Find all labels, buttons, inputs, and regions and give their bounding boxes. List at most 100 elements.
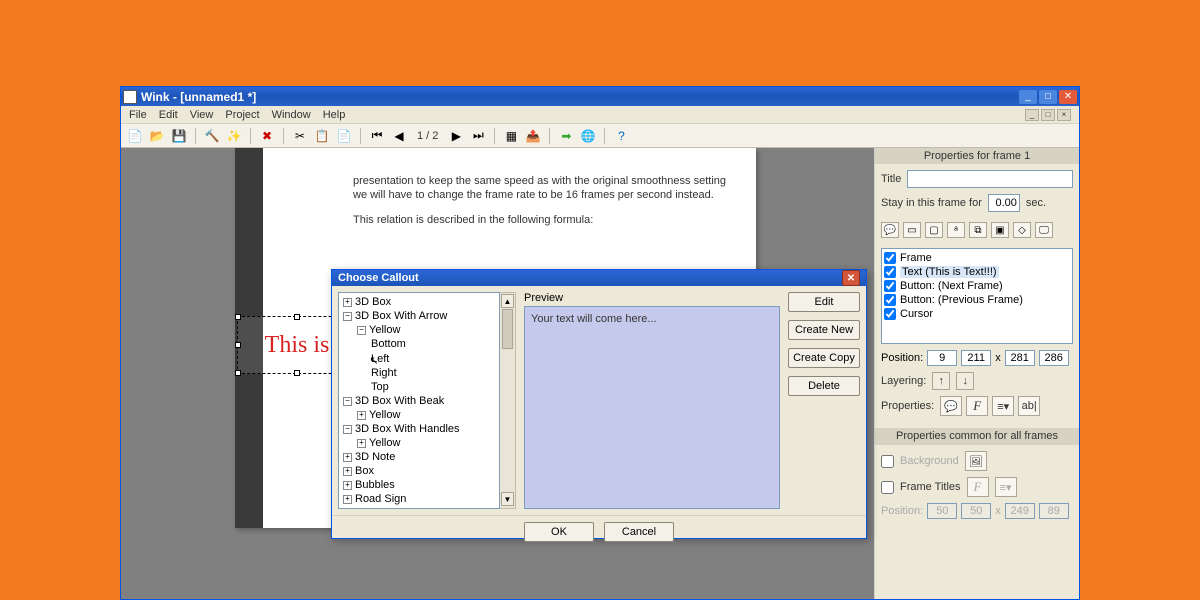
background-image-button[interactable]: 🖼 — [965, 451, 987, 471]
delete-icon[interactable]: ✖ — [259, 128, 275, 144]
hammer-icon[interactable]: 🔨 — [204, 128, 220, 144]
tree-item-3d-box-arrow[interactable]: −3D Box With Arrow — [341, 309, 497, 323]
next-frame-icon[interactable]: ▶ — [448, 128, 464, 144]
tree-item-3d-box-beak[interactable]: −3D Box With Beak — [341, 394, 497, 408]
shape-frame-icon[interactable]: ▣ — [991, 222, 1009, 238]
layer-prev-button[interactable]: Button: (Previous Frame) — [884, 293, 1070, 307]
frame-titles-align-button[interactable]: ≡▾ — [995, 477, 1017, 497]
shape-diamond-icon[interactable]: ◇ — [1013, 222, 1031, 238]
first-frame-icon[interactable]: ⏮ — [369, 128, 385, 144]
frame-titles-font-button[interactable]: F — [967, 477, 989, 497]
pos-h-input[interactable] — [1039, 350, 1069, 366]
pos-w-input[interactable] — [1005, 350, 1035, 366]
save-icon[interactable]: 💾 — [171, 128, 187, 144]
frame-titles-checkbox[interactable] — [881, 481, 894, 494]
pos-y-input[interactable] — [961, 350, 991, 366]
shape-box-icon[interactable]: ▭ — [903, 222, 921, 238]
menu-help[interactable]: Help — [323, 109, 346, 121]
document-line1: presentation to keep the same speed as w… — [353, 174, 735, 203]
menu-file[interactable]: File — [129, 109, 147, 121]
shape-speech-icon[interactable]: 💬 — [881, 222, 899, 238]
layer-prev-checkbox[interactable] — [884, 294, 896, 306]
edit-button[interactable]: Edit — [788, 292, 860, 312]
mdi-close-button[interactable]: × — [1057, 109, 1071, 121]
arrow-icon[interactable]: ➡ — [558, 128, 574, 144]
dialog-close-button[interactable]: ✕ — [842, 270, 860, 286]
layer-frame[interactable]: Frame — [884, 251, 1070, 265]
tree-item-3d-note[interactable]: +3D Note — [341, 450, 497, 464]
tree-item-3d-box-handles[interactable]: −3D Box With Handles — [341, 422, 497, 436]
callout-tree[interactable]: +3D Box −3D Box With Arrow −Yellow Botto… — [338, 292, 500, 509]
prop-align-button[interactable]: ≡▾ — [992, 396, 1014, 416]
tree-item-left[interactable]: Left↖ — [341, 351, 497, 366]
resize-handle-s[interactable] — [294, 370, 300, 376]
export-icon[interactable]: 📤 — [525, 128, 541, 144]
layer-cursor[interactable]: Cursor — [884, 307, 1070, 321]
globe-icon[interactable]: 🌐 — [580, 128, 596, 144]
layer-text[interactable]: Text (This is Text!!!) — [884, 265, 1070, 279]
resize-handle-n[interactable] — [294, 314, 300, 320]
minimize-button[interactable]: _ — [1019, 90, 1037, 104]
cut-icon[interactable]: ✂ — [292, 128, 308, 144]
tree-item-box[interactable]: +Box — [341, 464, 497, 478]
tree-item-bottom[interactable]: Bottom — [341, 337, 497, 351]
prop-font-button[interactable]: F — [966, 396, 988, 416]
stay-input[interactable] — [988, 194, 1020, 212]
layer-next-button[interactable]: Button: (Next Frame) — [884, 279, 1070, 293]
thumbnails-icon[interactable]: ▦ — [503, 128, 519, 144]
shape-abc-icon[interactable]: ᵃ — [947, 222, 965, 238]
new-icon[interactable]: 📄 — [127, 128, 143, 144]
tree-item-top[interactable]: Top — [341, 380, 497, 394]
create-copy-button[interactable]: Create Copy — [788, 348, 860, 368]
wand-icon[interactable]: ✨ — [226, 128, 242, 144]
cancel-button[interactable]: Cancel — [604, 522, 674, 542]
delete-button[interactable]: Delete — [788, 376, 860, 396]
last-frame-icon[interactable]: ⏭ — [470, 128, 486, 144]
mdi-restore-button[interactable]: □ — [1041, 109, 1055, 121]
shape-rounded-icon[interactable]: ▢ — [925, 222, 943, 238]
menu-view[interactable]: View — [190, 109, 214, 121]
copy-icon[interactable]: 📋 — [314, 128, 330, 144]
paste-icon[interactable]: 📄 — [336, 128, 352, 144]
menu-window[interactable]: Window — [272, 109, 311, 121]
layer-frame-checkbox[interactable] — [884, 252, 896, 264]
app-icon — [123, 90, 137, 104]
background-checkbox[interactable] — [881, 455, 894, 468]
create-new-button[interactable]: Create New — [788, 320, 860, 340]
help-icon[interactable]: ? — [613, 128, 629, 144]
shape-display-icon[interactable]: 🖵 — [1035, 222, 1053, 238]
tree-item-3d-box[interactable]: +3D Box — [341, 295, 497, 309]
tree-item-yellow-3[interactable]: +Yellow — [341, 436, 497, 450]
resize-handle-w[interactable] — [235, 342, 241, 348]
title-input[interactable] — [907, 170, 1073, 188]
layer-cursor-checkbox[interactable] — [884, 308, 896, 320]
scroll-up-button[interactable]: ▲ — [501, 294, 514, 308]
tree-item-yellow-1[interactable]: −Yellow — [341, 323, 497, 337]
layer-text-checkbox[interactable] — [884, 266, 896, 278]
ok-button[interactable]: OK — [524, 522, 594, 542]
prop-callout-icon[interactable]: 💬 — [940, 396, 962, 416]
open-icon[interactable]: 📂 — [149, 128, 165, 144]
tree-item-bubbles[interactable]: +Bubbles — [341, 478, 497, 492]
scroll-down-button[interactable]: ▼ — [501, 492, 514, 506]
pos-x-input[interactable] — [927, 350, 957, 366]
resize-handle-sw[interactable] — [235, 370, 241, 376]
prev-frame-icon[interactable]: ◀ — [391, 128, 407, 144]
scrollbar-thumb[interactable] — [502, 309, 513, 349]
close-button[interactable]: ✕ — [1059, 90, 1077, 104]
menu-project[interactable]: Project — [225, 109, 259, 121]
tree-scrollbar[interactable]: ▲ ▼ — [500, 292, 516, 509]
layer-up-button[interactable]: ↑ — [932, 372, 950, 390]
tree-item-yellow-2[interactable]: +Yellow — [341, 408, 497, 422]
mdi-minimize-button[interactable]: _ — [1025, 109, 1039, 121]
layer-next-checkbox[interactable] — [884, 280, 896, 292]
prop-textbox-icon[interactable]: ab| — [1018, 396, 1040, 416]
preview-text: Your text will come here... — [531, 313, 657, 325]
menu-edit[interactable]: Edit — [159, 109, 178, 121]
tree-item-road-sign[interactable]: +Road Sign — [341, 492, 497, 506]
tree-item-right[interactable]: Right — [341, 366, 497, 380]
resize-handle-nw[interactable] — [235, 314, 241, 320]
shape-double-icon[interactable]: ⧉ — [969, 222, 987, 238]
layer-down-button[interactable]: ↓ — [956, 372, 974, 390]
maximize-button[interactable]: □ — [1039, 90, 1057, 104]
